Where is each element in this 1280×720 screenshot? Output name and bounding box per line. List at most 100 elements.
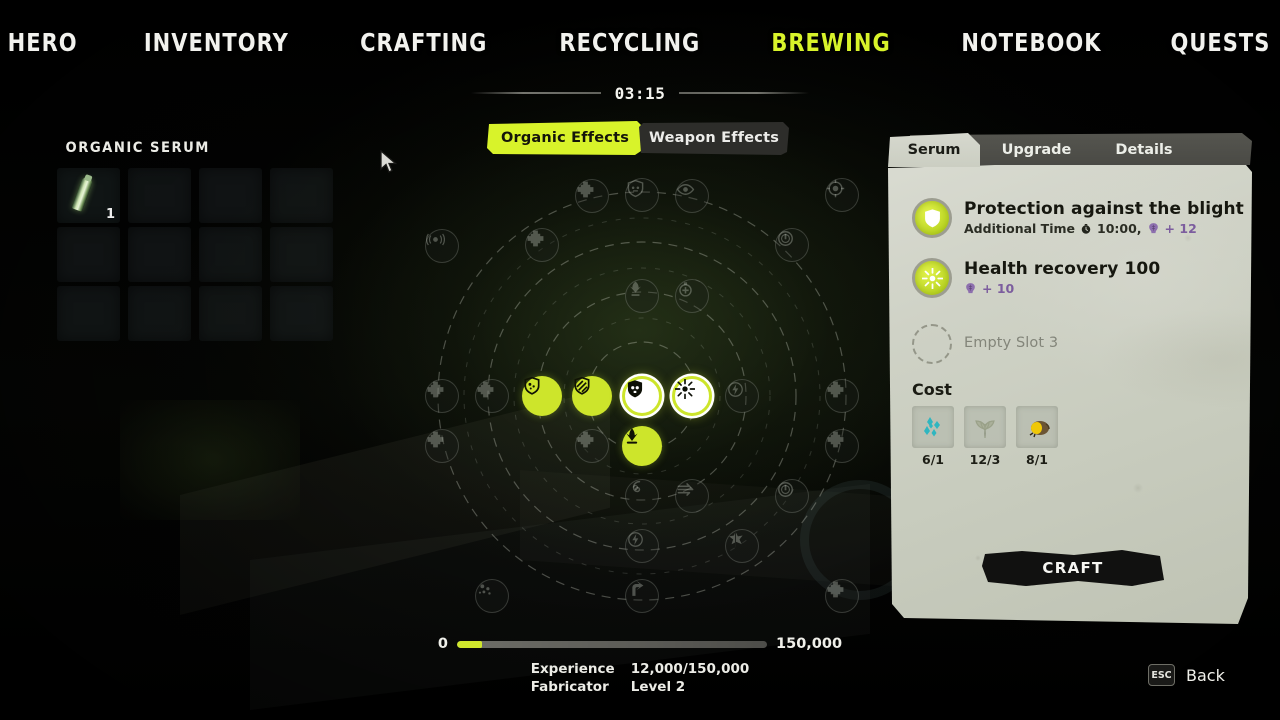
wheel-node-cross-plus-locked[interactable] — [575, 179, 609, 213]
brew-timer-row: 03:15 — [0, 80, 1280, 106]
inventory-slot-quantity: 1 — [105, 207, 115, 222]
nav-item-recycling[interactable]: RECYCLING — [559, 28, 700, 57]
wheel-node-cross-plus-locked[interactable] — [825, 579, 859, 613]
inventory-slot-empty[interactable] — [128, 286, 191, 341]
tab-upgrade[interactable]: Upgrade — [984, 133, 1089, 167]
effect-type-tabs[interactable]: Organic Effects Weapon Effects — [487, 121, 793, 155]
experience-row: Fabricator Level 2 — [531, 678, 750, 696]
nav-item-crafting[interactable]: CRAFTING — [361, 28, 488, 57]
nav-item-inventory[interactable]: INVENTORY — [144, 28, 289, 57]
wheel-node-circle-plus-locked[interactable] — [675, 279, 709, 313]
timer-line-right — [679, 92, 810, 94]
inventory-title: ORGANIC SERUM — [65, 140, 210, 156]
back-control[interactable]: ESC Back — [1148, 664, 1225, 686]
nav-item-quests[interactable]: QUESTS — [1170, 28, 1270, 57]
experience-row-value: Level 2 — [630, 679, 686, 695]
organic-serum-vial-icon — [71, 176, 94, 212]
cost-quantity: 6/1 — [922, 452, 944, 467]
wheel-node-down-arrows-locked[interactable] — [625, 279, 659, 313]
wheel-node-lightning-circle-locked[interactable] — [625, 529, 659, 563]
effect-stat-value: + 12 — [1164, 221, 1197, 236]
cost-item[interactable]: 12/3 — [964, 406, 1006, 467]
craft-button[interactable]: CRAFT — [982, 550, 1164, 586]
inventory-slot-empty[interactable] — [199, 168, 262, 223]
wheel-node-shatter-locked[interactable] — [725, 529, 759, 563]
effect-tab-organic[interactable]: Organic Effects — [487, 121, 643, 155]
craft-button-label: CRAFT — [1042, 559, 1104, 577]
inventory-slot-empty[interactable] — [57, 227, 120, 282]
inventory-slot-empty[interactable] — [199, 286, 262, 341]
cost-item[interactable]: 8/1 — [1016, 406, 1058, 467]
wheel-node-target-burst-locked[interactable] — [825, 178, 859, 212]
inventory-slot-empty[interactable] — [270, 168, 333, 223]
skill-wheel[interactable] — [380, 150, 900, 620]
wheel-node-sound-wave-locked[interactable] — [425, 229, 459, 263]
inventory-slot-empty[interactable] — [128, 168, 191, 223]
mouse-cursor — [380, 150, 398, 173]
wheel-node-power-circle-locked[interactable] — [775, 479, 809, 513]
serum-detail-panel: Protection against the blight Additional … — [888, 158, 1252, 624]
tab-serum-label: Serum — [907, 142, 961, 158]
inventory-slot-empty[interactable] — [128, 227, 191, 282]
inventory-slot-filled[interactable]: 1 — [57, 168, 120, 223]
experience-row-value: 12,000/150,000 — [630, 661, 750, 677]
effect-tab-weapon[interactable]: Weapon Effects — [639, 122, 789, 155]
wheel-node-cross-plus-locked[interactable] — [425, 379, 459, 413]
tab-details[interactable]: Details — [1094, 133, 1194, 167]
nav-item-brewing[interactable]: BREWING — [771, 28, 890, 57]
wheel-node-speed-lines-locked[interactable] — [675, 479, 709, 513]
inventory-panel: ORGANIC SERUM 1 — [57, 140, 341, 345]
experience-table: Experience 12,000/150,000 Fabricator Level … — [531, 660, 750, 696]
wheel-node-cross-plus-locked[interactable] — [475, 379, 509, 413]
inventory-slot-empty[interactable] — [57, 286, 120, 341]
wheel-node-shield-skull-selected[interactable] — [622, 376, 662, 416]
main-navigation[interactable]: HERO INVENTORY CRAFTING RECYCLING BREWING NOT… — [0, 20, 1280, 64]
tab-upgrade-label: Upgrade — [1001, 142, 1072, 158]
teal-crystal-icon — [912, 406, 954, 448]
effect-row[interactable]: Health recovery 100 + 10 — [912, 258, 1160, 298]
wheel-node-spores-locked[interactable] — [475, 579, 509, 613]
effect-name: Health recovery 100 — [964, 259, 1161, 279]
experience-info: Experience 12,000/150,000 Fabricator Level … — [0, 660, 1280, 696]
cost-quantity: 12/3 — [969, 452, 1001, 467]
wheel-node-cross-plus-locked[interactable] — [575, 429, 609, 463]
tab-details-label: Details — [1115, 142, 1173, 158]
wheel-node-eye-locked[interactable] — [675, 179, 709, 213]
wheel-node-starburst-selected[interactable] — [672, 376, 712, 416]
panel-tabs[interactable]: Serum Upgrade Details — [888, 133, 1252, 167]
cost-item[interactable]: 6/1 — [912, 406, 954, 467]
tab-serum[interactable]: Serum — [888, 133, 980, 167]
wheel-node-shield-leaf-unlocked[interactable] — [522, 376, 562, 416]
nav-item-notebook[interactable]: NOTEBOOK — [961, 28, 1101, 57]
inventory-grid[interactable]: 1 — [57, 168, 341, 345]
back-label: Back — [1186, 665, 1225, 685]
wheel-node-spiral-locked[interactable] — [625, 479, 659, 513]
brew-timer-value: 03:15 — [614, 83, 666, 103]
effect-row[interactable]: Protection against the blight Additional … — [912, 198, 1244, 238]
wheel-node-down-arrow-plant-unlocked[interactable] — [622, 426, 662, 466]
wheel-node-cross-plus-locked[interactable] — [525, 228, 559, 262]
inventory-slot-empty[interactable] — [270, 286, 333, 341]
nav-item-hero[interactable]: HERO — [7, 28, 77, 57]
wheel-node-cross-plus-locked[interactable] — [825, 429, 859, 463]
inventory-slot-empty[interactable] — [199, 227, 262, 282]
wheel-node-shield-face-locked[interactable] — [625, 178, 659, 212]
wheel-node-cross-plus-locked[interactable] — [425, 429, 459, 463]
effect-name: Protection against the blight — [964, 199, 1244, 219]
cost-label: Cost — [912, 380, 952, 399]
wheel-node-arrow-bend-locked[interactable] — [625, 579, 659, 613]
wheel-node-power-circle-locked[interactable] — [775, 228, 809, 262]
yellow-beetle-icon — [1016, 406, 1058, 448]
cost-list: 6/1 12/3 8/1 — [912, 406, 1058, 467]
wheel-node-lightning-circle-locked[interactable] — [725, 379, 759, 413]
experience-row: Experience 12,000/150,000 — [531, 660, 750, 678]
experience-bar-row: 0 150,000 — [0, 636, 1280, 652]
effect-row-empty[interactable]: Empty Slot 3 — [912, 324, 1058, 364]
wheel-node-shield-stripes-unlocked[interactable] — [572, 376, 612, 416]
effect-sub: + 10 — [964, 281, 1160, 296]
esc-key-badge: ESC — [1148, 664, 1175, 686]
experience-track — [457, 640, 768, 648]
inventory-slot-empty[interactable] — [270, 227, 333, 282]
wheel-node-cross-plus-locked[interactable] — [825, 379, 859, 413]
effect-name: Empty Slot 3 — [964, 335, 1059, 351]
